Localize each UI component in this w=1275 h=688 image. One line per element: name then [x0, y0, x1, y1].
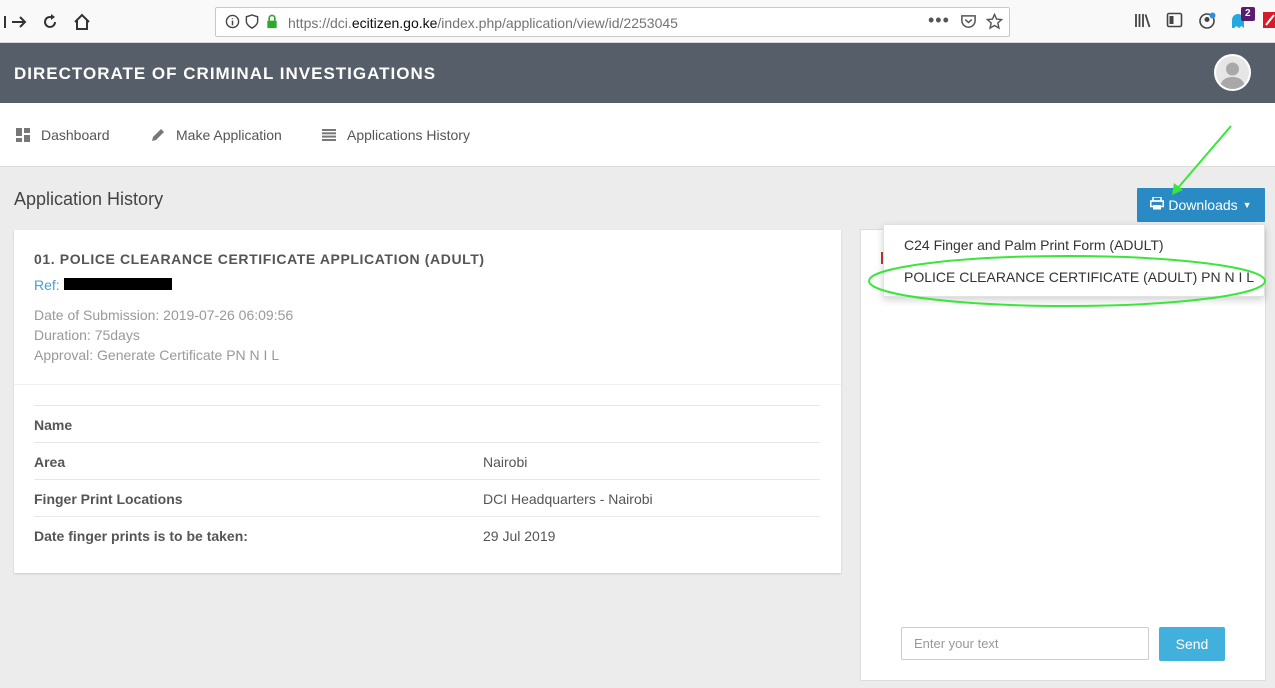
lock-icon[interactable] [265, 14, 279, 32]
app-header: DIRECTORATE OF CRIMINAL INVESTIGATIONS [0, 43, 1275, 103]
printer-icon [1150, 196, 1165, 213]
notification-badge: 2 [1241, 7, 1255, 21]
date-of-submission: Date of Submission: 2019-07-26 06:09:56 [34, 307, 294, 323]
pencil-icon [150, 128, 166, 142]
ref-redacted-block [64, 278, 172, 290]
table-row: Date finger prints is to be taken: 29 Ju… [34, 516, 820, 553]
list-icon [321, 129, 337, 141]
library-icon[interactable] [1134, 12, 1152, 33]
sidebar-icon[interactable] [1166, 12, 1183, 32]
detail-value: Nairobi [483, 454, 528, 470]
table-row: Name [34, 405, 820, 442]
forward-icon[interactable] [8, 11, 30, 33]
nav-dashboard-label: Dashboard [41, 127, 110, 143]
pocket-icon[interactable] [960, 13, 977, 34]
downloads-button[interactable]: Downloads ▼ [1137, 188, 1265, 222]
detail-label: Name [34, 417, 73, 433]
address-bar[interactable]: https://dci.ecitizen.go.ke/index.php/app… [215, 7, 1010, 37]
send-button[interactable]: Send [1159, 627, 1225, 661]
detail-value: 29 Jul 2019 [483, 528, 556, 544]
table-row: Finger Print Locations DCI Headquarters … [34, 479, 820, 516]
details-table: Name Area Nairobi Finger Print Locations… [34, 405, 820, 553]
browser-toolbar: https://dci.ecitizen.go.ke/index.php/app… [0, 0, 1275, 43]
card-divider [14, 384, 841, 385]
ref-label: Ref: [34, 277, 60, 293]
home-icon[interactable] [71, 11, 93, 33]
info-icon[interactable] [225, 14, 240, 32]
nav-make-application[interactable]: Make Application [150, 127, 282, 143]
more-actions-icon[interactable]: ••• [928, 10, 950, 31]
app-title: DIRECTORATE OF CRIMINAL INVESTIGATIONS [14, 64, 437, 83]
reload-icon[interactable] [39, 11, 61, 33]
application-card: 01. POLICE CLEARANCE CERTIFICATE APPLICA… [14, 230, 841, 573]
detail-label: Date finger prints is to be taken: [34, 528, 248, 544]
avatar[interactable] [1214, 54, 1251, 91]
url-text[interactable]: https://dci.ecitizen.go.ke/index.php/app… [288, 15, 678, 31]
dropdown-item-c24-form[interactable]: C24 Finger and Palm Print Form (ADULT) [904, 237, 1164, 253]
dashboard-icon [15, 128, 31, 142]
caret-down-icon: ▼ [1242, 200, 1252, 210]
downloads-dropdown: C24 Finger and Palm Print Form (ADULT) P… [883, 224, 1265, 297]
application-title: 01. POLICE CLEARANCE CERTIFICATE APPLICA… [34, 251, 485, 267]
extension-red-icon[interactable] [1263, 11, 1275, 33]
nav-applications-history-label: Applications History [347, 127, 470, 143]
nav-make-application-label: Make Application [176, 127, 282, 143]
downloads-label: Downloads [1168, 197, 1238, 213]
page-title: Application History [14, 189, 164, 209]
nav-applications-history[interactable]: Applications History [321, 127, 470, 143]
chat-text-input[interactable] [901, 627, 1149, 660]
detail-label: Area [34, 454, 66, 470]
approval-status: Approval: Generate Certificate PN N I L [34, 347, 280, 363]
bookmark-star-icon[interactable] [985, 12, 1004, 34]
duration: Duration: 75days [34, 327, 140, 343]
shield-icon[interactable] [245, 14, 259, 32]
detail-value: DCI Headquarters - Nairobi [483, 491, 653, 507]
dropdown-item-police-clearance-certificate[interactable]: POLICE CLEARANCE CERTIFICATE (ADULT) PN … [904, 269, 1254, 285]
account-icon[interactable] [1198, 12, 1216, 34]
main-nav: Dashboard Make Application Applications … [0, 103, 1275, 167]
detail-label: Finger Print Locations [34, 491, 183, 507]
nav-dashboard[interactable]: Dashboard [15, 127, 110, 143]
table-row: Area Nairobi [34, 442, 820, 479]
